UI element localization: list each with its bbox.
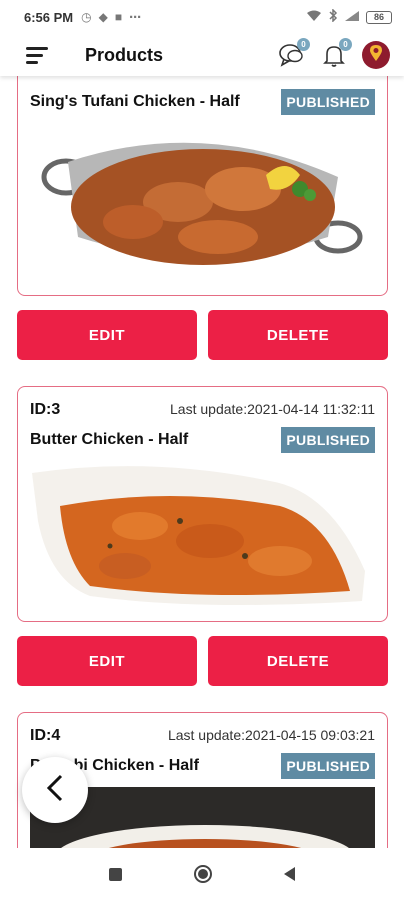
- status-badge: PUBLISHED: [281, 427, 375, 453]
- product-id: ID:3: [30, 401, 61, 418]
- product-title-row: Butter Chicken - Half PUBLISHED: [18, 427, 387, 453]
- edit-button[interactable]: EDIT: [17, 636, 197, 686]
- notification-badge: 0: [339, 38, 352, 51]
- product-meta-row: ID:3 Last update:2021-04-14 11:32:11: [18, 401, 387, 419]
- screen: 6:56 PM ◷ ◆ ■ ⋯ 86 Products 0 0 Sing's T…: [0, 0, 404, 900]
- page-title: Products: [85, 44, 164, 65]
- bluetooth-icon: [328, 8, 338, 25]
- product-image: [38, 127, 368, 277]
- chat-badge: 0: [297, 38, 310, 51]
- location-pin-icon: [369, 44, 383, 67]
- status-time: 6:56 PM: [24, 9, 74, 25]
- product-list[interactable]: Sing's Tufani Chicken - Half PUBLISHED E…: [0, 76, 404, 848]
- product-title: Butter Chicken - Half: [30, 431, 189, 448]
- alarm-icon: ◷: [81, 10, 92, 24]
- system-nav-bar: [0, 848, 404, 900]
- menu-icon[interactable]: [0, 34, 60, 76]
- message-icon: ■: [114, 10, 123, 24]
- app-bar: Products 0 0: [0, 34, 404, 76]
- shield-icon: ◆: [98, 10, 108, 24]
- more-notifications-icon: ⋯: [129, 10, 142, 24]
- status-bar: 6:56 PM ◷ ◆ ■ ⋯ 86: [0, 0, 404, 34]
- last-update: Last update:2021-04-15 09:03:21: [167, 727, 375, 743]
- chat-button[interactable]: 0: [278, 38, 310, 69]
- battery-icon: 86: [366, 10, 392, 24]
- last-update: Last update:2021-04-14 11:32:11: [170, 401, 375, 417]
- product-image: [30, 461, 375, 611]
- wifi-icon: [306, 10, 322, 25]
- back-button[interactable]: [22, 757, 88, 823]
- status-badge: PUBLISHED: [281, 753, 375, 779]
- avatar[interactable]: [362, 41, 390, 69]
- delete-button[interactable]: DELETE: [208, 310, 388, 360]
- edit-button[interactable]: EDIT: [17, 310, 197, 360]
- home-icon[interactable]: [194, 865, 212, 883]
- notifications-button[interactable]: 0: [320, 38, 352, 69]
- delete-button[interactable]: DELETE: [208, 636, 388, 686]
- product-id: ID:4: [30, 727, 61, 744]
- recent-apps-icon[interactable]: [109, 867, 122, 881]
- status-badge: PUBLISHED: [281, 89, 375, 115]
- product-card: Sing's Tufani Chicken - Half PUBLISHED: [17, 76, 388, 296]
- app-bar-actions: 0 0: [278, 38, 404, 69]
- status-right: 86: [306, 8, 392, 25]
- product-title: Sing's Tufani Chicken - Half: [30, 93, 240, 110]
- product-meta-row: ID:4 Last update:2021-04-15 09:03:21: [18, 727, 387, 745]
- chat-icon: [278, 44, 306, 73]
- chevron-left-icon: [45, 774, 65, 807]
- product-title-row: Sing's Tufani Chicken - Half PUBLISHED: [18, 89, 387, 115]
- bell-icon: [320, 46, 348, 73]
- signal-icon: [344, 10, 360, 25]
- back-nav-icon[interactable]: [284, 867, 295, 881]
- product-card: ID:3 Last update:2021-04-14 11:32:11 But…: [17, 386, 388, 622]
